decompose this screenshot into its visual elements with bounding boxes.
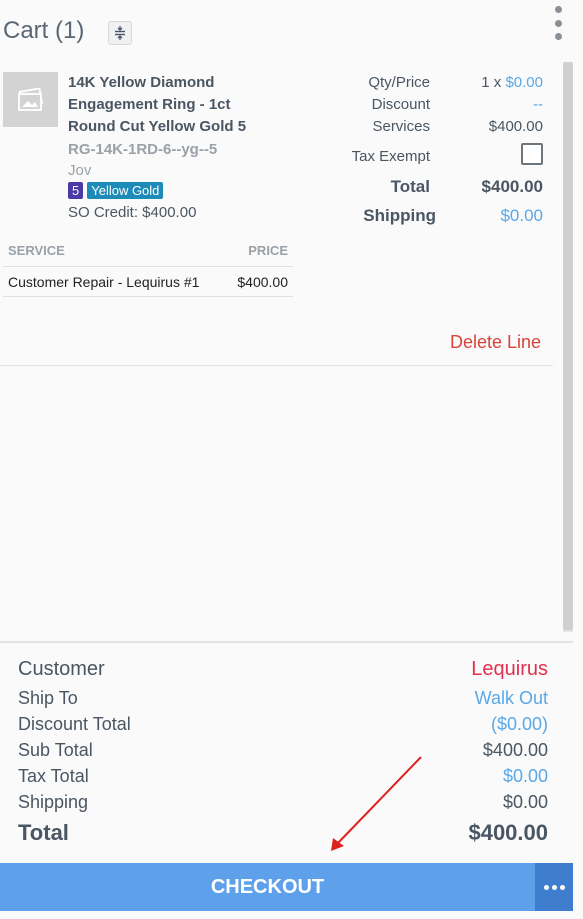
checkout-button[interactable]: CHECKOUT: [0, 863, 535, 911]
sub-total-value: $400.00: [482, 740, 548, 760]
product-badges: 5 Yellow Gold: [68, 182, 164, 199]
more-dots-icon: [543, 884, 549, 890]
sub-total-row: Sub Total $400.00: [18, 740, 548, 761]
scrollbar-thumb[interactable]: [563, 62, 573, 630]
delete-line-button[interactable]: Delete Line: [450, 332, 541, 353]
tax-total-link[interactable]: $0.00: [503, 766, 548, 787]
tax-total-row: Tax Total $0.00: [18, 766, 548, 787]
order-summary: Customer Lequirus Ship To Walk Out Disco…: [0, 641, 573, 863]
customer-link[interactable]: Lequirus: [471, 658, 548, 681]
collapse-expand-icon: [115, 26, 125, 40]
services-value: $400.00: [488, 118, 543, 135]
product-thumbnail[interactable]: [3, 72, 58, 127]
product-sku: RG-14K-1RD-6--yg--5: [68, 141, 218, 158]
size-badge: 5: [68, 182, 84, 199]
shipping-row: Shipping $0.00: [18, 792, 548, 813]
image-placeholder-icon: [17, 87, 43, 111]
more-options-button[interactable]: [535, 863, 573, 911]
grand-total-value: $400.00: [468, 820, 548, 845]
kebab-menu-icon[interactable]: [551, 6, 565, 40]
shipping-label: Shipping: [18, 792, 89, 812]
tax-exempt-label: Tax Exempt: [351, 148, 430, 165]
divider: [0, 365, 553, 366]
cart-header: Cart (1): [0, 0, 583, 62]
services-table-header: SERVICE PRICE: [0, 243, 293, 265]
table-row[interactable]: Customer Repair - Lequirus #1 $400.00: [3, 266, 293, 297]
sub-total-label: Sub Total: [18, 740, 93, 760]
metal-badge: Yellow Gold: [87, 182, 164, 199]
price-column-header: PRICE: [248, 243, 288, 258]
tax-exempt-checkbox[interactable]: [521, 143, 543, 165]
ship-to-link[interactable]: Walk Out: [475, 688, 548, 709]
ship-to-label: Ship To: [18, 688, 78, 708]
customer-label: Customer: [18, 658, 105, 680]
grand-total-row: Total $400.00: [18, 820, 548, 846]
discount-total-label: Discount Total: [18, 714, 131, 734]
service-name: Customer Repair - Lequirus #1: [8, 274, 200, 290]
services-label: Services: [372, 118, 430, 135]
product-title[interactable]: 14K Yellow Diamond Engagement Ring - 1ct…: [68, 72, 268, 138]
so-credit: SO Credit: $400.00: [68, 204, 197, 221]
service-column-header: SERVICE: [8, 243, 65, 258]
cart-title: Cart (1): [3, 17, 85, 44]
discount-value[interactable]: --: [443, 96, 543, 113]
tax-total-label: Tax Total: [18, 766, 89, 786]
discount-label: Discount: [371, 96, 430, 113]
qty-text: 1 x: [481, 74, 506, 91]
customer-row: Customer Lequirus: [18, 658, 548, 681]
service-price: $400.00: [237, 274, 288, 290]
discount-total-link[interactable]: ($0.00): [491, 714, 548, 735]
item-total-label: Total: [390, 177, 430, 196]
discount-total-row: Discount Total ($0.00): [18, 714, 548, 735]
item-total-value: $400.00: [481, 177, 543, 196]
shipping-value: $0.00: [502, 792, 548, 812]
item-shipping-label: Shipping: [363, 206, 436, 225]
grand-total-label: Total: [18, 820, 69, 845]
qty-price-value[interactable]: 1 x $0.00: [443, 74, 543, 91]
collapse-expand-button[interactable]: [108, 21, 132, 45]
unit-price[interactable]: $0.00: [505, 74, 543, 91]
qty-price-label: Qty/Price: [368, 74, 430, 91]
item-shipping-value[interactable]: $0.00: [443, 206, 543, 226]
ship-to-row: Ship To Walk Out: [18, 688, 548, 709]
product-vendor: Jov: [68, 162, 92, 179]
